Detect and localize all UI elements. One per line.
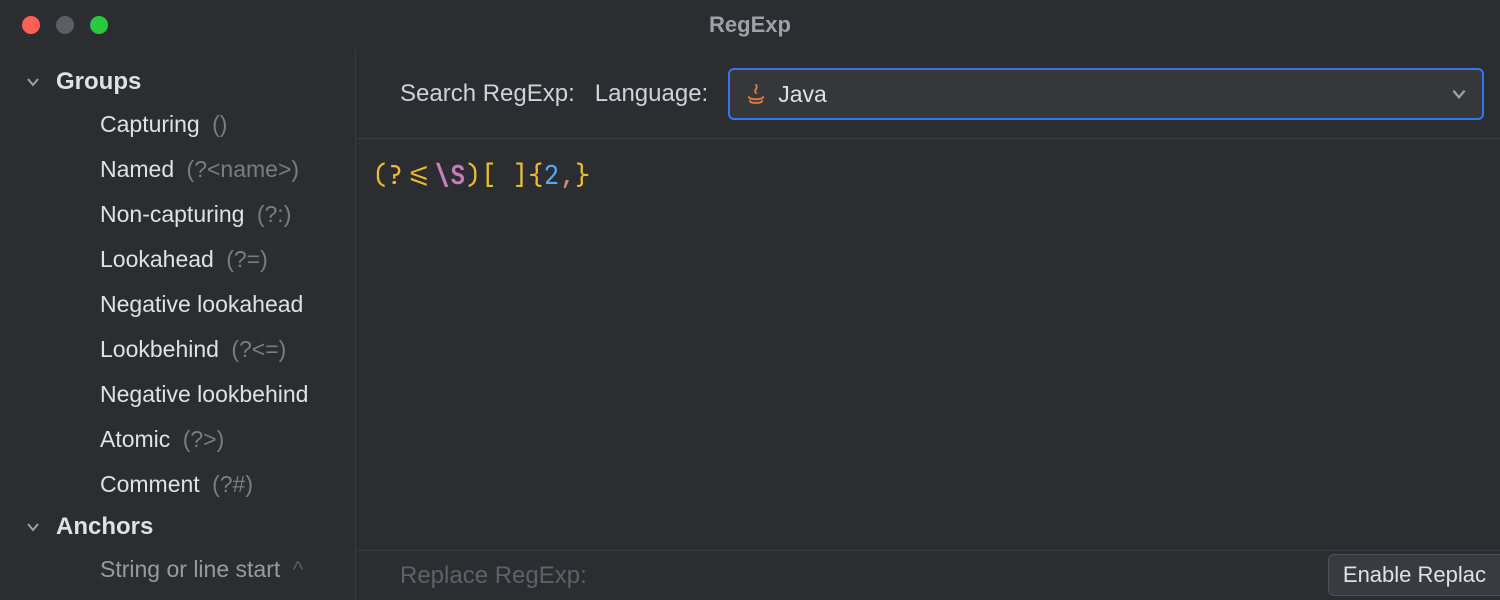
tree-item-label: Non-capturing: [100, 201, 244, 227]
tree-item-label: Comment: [100, 471, 200, 497]
tree-item-hint: (?>): [183, 426, 225, 452]
regex-token: 2: [544, 157, 560, 192]
tree-item-lookbehind[interactable]: Lookbehind (?<=): [0, 327, 355, 372]
tree-item-label: Atomic: [100, 426, 170, 452]
tree-item-atomic[interactable]: Atomic (?>): [0, 417, 355, 462]
maximize-window-button[interactable]: [90, 16, 108, 34]
tree-items-anchors: String or line start ^: [0, 547, 355, 592]
tree-item-string-start[interactable]: String or line start ^: [0, 547, 355, 592]
language-label: Language:: [595, 80, 708, 108]
tree-item-hint: (?#): [212, 471, 253, 497]
tree-item-hint: (?:): [257, 201, 292, 227]
regex-token: \S: [434, 157, 465, 192]
tree-item-hint: ^: [293, 556, 304, 582]
tree-item-hint: (?<name>): [187, 156, 300, 182]
chevron-down-icon: [24, 518, 42, 536]
button-label: Enable Replac: [1343, 562, 1486, 588]
replace-regexp-label: Replace RegExp:: [400, 562, 587, 590]
tree-item-label: Lookahead: [100, 246, 214, 272]
regex-token: }: [575, 157, 591, 192]
tree-item-label: Capturing: [100, 111, 200, 137]
regex-editor[interactable]: (?<=\S)[ ]{2,}: [356, 139, 1500, 600]
tree-section-groups[interactable]: Groups: [0, 62, 355, 102]
regex-token: [ ]: [481, 157, 528, 192]
titlebar: RegExp: [0, 0, 1500, 50]
tree-items-groups: Capturing () Named (?<name>) Non-capturi…: [0, 102, 355, 507]
close-window-button[interactable]: [22, 16, 40, 34]
tree-item-negative-lookahead[interactable]: Negative lookahead: [0, 282, 355, 327]
regex-token: ): [466, 157, 482, 192]
regex-token: {: [528, 157, 544, 192]
search-bar: Search RegExp: Language: Java: [356, 50, 1500, 139]
regex-token: ,: [559, 157, 575, 192]
tree-item-capturing[interactable]: Capturing (): [0, 102, 355, 147]
tree-item-hint: (): [212, 111, 227, 137]
replace-bar: Replace RegExp: Enable Replac: [356, 550, 1500, 600]
tree-section-label: Anchors: [56, 513, 153, 541]
sidebar: Groups Capturing () Named (?<name>) Non-…: [0, 50, 356, 600]
java-icon: [744, 82, 768, 106]
tree-section-anchors[interactable]: Anchors: [0, 507, 355, 547]
window-title: RegExp: [0, 12, 1500, 38]
tree-item-lookahead[interactable]: Lookahead (?=): [0, 237, 355, 282]
enable-replace-button[interactable]: Enable Replac: [1328, 554, 1500, 596]
language-value: Java: [778, 81, 827, 108]
tree-item-label: Named: [100, 156, 174, 182]
chevron-down-icon: [1450, 85, 1468, 103]
tree-item-negative-lookbehind[interactable]: Negative lookbehind: [0, 372, 355, 417]
tree-section-label: Groups: [56, 68, 141, 96]
tree-item-label: Lookbehind: [100, 336, 219, 362]
tree-item-comment[interactable]: Comment (?#): [0, 462, 355, 507]
tree-item-label: Negative lookahead: [100, 291, 303, 317]
tree-item-named[interactable]: Named (?<name>): [0, 147, 355, 192]
tree-item-non-capturing[interactable]: Non-capturing (?:): [0, 192, 355, 237]
regex-token: (?<=: [372, 157, 434, 192]
search-regexp-label: Search RegExp:: [400, 80, 575, 108]
tree-item-label: String or line start: [100, 556, 280, 582]
tree-item-label: Negative lookbehind: [100, 381, 308, 407]
language-select[interactable]: Java: [728, 68, 1484, 120]
main-panel: Search RegExp: Language: Java (?<=\S)[ ]…: [356, 50, 1500, 600]
window-controls: [0, 16, 108, 34]
minimize-window-button[interactable]: [56, 16, 74, 34]
tree-item-hint: (?<=): [231, 336, 286, 362]
chevron-down-icon: [24, 73, 42, 91]
tree-item-hint: (?=): [226, 246, 268, 272]
